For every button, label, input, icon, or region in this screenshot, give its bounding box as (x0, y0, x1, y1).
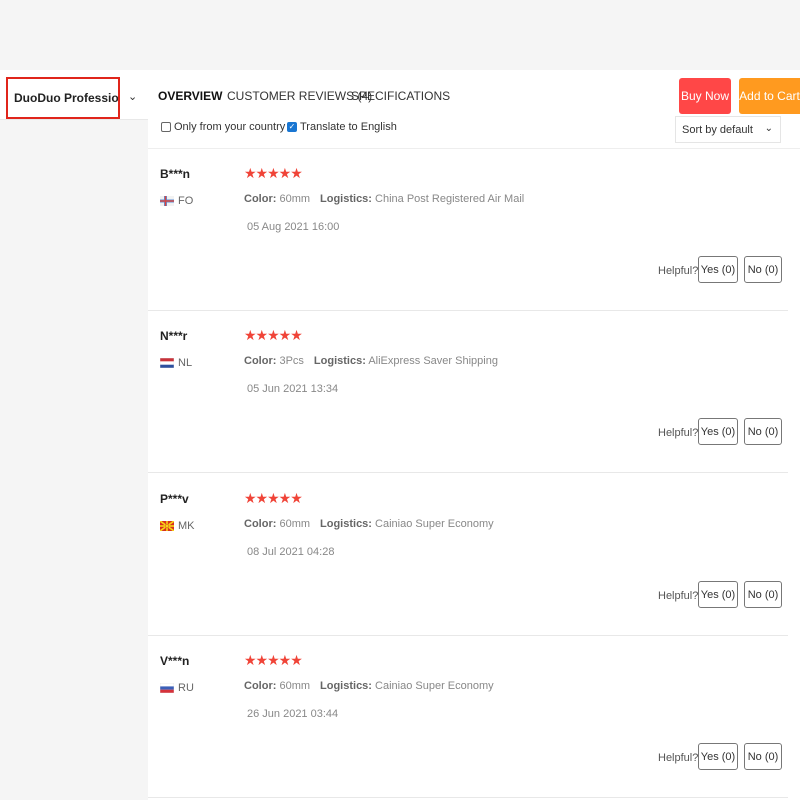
helpful-no-button[interactable]: No (0) (744, 581, 782, 608)
color-label: Color: (244, 193, 277, 205)
country-code: RU (178, 682, 194, 694)
reviewer-country: NL (160, 357, 192, 369)
logistics-value: AliExpress Saver Shipping (368, 355, 498, 367)
nl-flag-icon (160, 358, 174, 368)
mk-flag-icon (160, 521, 174, 531)
helpful-no-button[interactable]: No (0) (744, 418, 782, 445)
tab-overview[interactable]: OVERVIEW (158, 89, 222, 103)
star-rating: ★★★★★ (244, 327, 303, 343)
review-item: V***n RU ★★★★★ Color: 60mm Logistics: Cai… (148, 636, 788, 798)
country-code: FO (178, 195, 194, 207)
review-item: N***r NL ★★★★★ Color: 3Pcs Logistics: Ali… (148, 311, 788, 473)
review-meta: Color: 60mm Logistics: Cainiao Super Econ… (244, 518, 494, 530)
review-item: P***v MK ★★★★★ Color: 60mm Logistics: Cai… (148, 474, 788, 636)
reviewer-name: B***n (160, 167, 191, 181)
chevron-down-icon: ⌄ (764, 123, 773, 134)
logistics-label: Logistics: (320, 680, 372, 692)
color-value: 60mm (279, 518, 311, 530)
logistics-value: China Post Registered Air Mail (375, 193, 525, 205)
helpful-label: Helpful? (658, 427, 699, 439)
color-label: Color: (244, 355, 277, 367)
color-label: Color: (244, 680, 277, 692)
reviewer-name: N***r (160, 329, 188, 343)
only-country-checkbox[interactable]: Only from your country (161, 121, 285, 133)
sort-select[interactable]: Sort by default ⌄ (675, 116, 781, 143)
only-country-label: Only from your country (174, 121, 286, 133)
logistics-label: Logistics: (313, 355, 366, 367)
translate-label: Translate to English (300, 121, 397, 133)
color-value: 3Pcs (279, 355, 304, 367)
reviewer-country: RU (160, 682, 194, 694)
review-date: 05 Aug 2021 16:00 (247, 221, 340, 233)
logistics-value: Cainiao Super Economy (375, 680, 494, 692)
helpful-no-button[interactable]: No (0) (744, 256, 782, 283)
star-rating: ★★★★★ (244, 652, 303, 668)
sort-value: Sort by default (682, 123, 753, 136)
ru-flag-icon (160, 683, 174, 693)
checkbox-checked-icon[interactable]: ✓ (287, 122, 297, 132)
translate-checkbox[interactable]: ✓ Translate to English (287, 121, 397, 133)
add-to-cart-button[interactable]: Add to Cart (739, 78, 800, 114)
reviewer-name: P***v (160, 492, 189, 506)
left-panel (0, 121, 148, 800)
helpful-label: Helpful? (658, 752, 699, 764)
reviewer-country: FO (160, 195, 193, 207)
helpful-label: Helpful? (658, 265, 699, 277)
fo-flag-icon (160, 196, 174, 206)
tab-specifications[interactable]: SPECIFICATIONS (351, 89, 450, 103)
top-blank-area (0, 0, 800, 70)
reviewer-name: V***n (160, 654, 190, 668)
star-rating: ★★★★★ (244, 165, 303, 181)
star-rating: ★★★★★ (244, 490, 303, 506)
review-date: 26 Jun 2021 03:44 (247, 708, 339, 720)
review-date: 08 Jul 2021 04:28 (247, 546, 335, 558)
color-label: Color: (244, 518, 277, 530)
helpful-yes-button[interactable]: Yes (0) (698, 743, 738, 770)
review-meta: Color: 60mm Logistics: China Post Registe… (244, 193, 524, 205)
logistics-value: Cainiao Super Economy (375, 518, 494, 530)
reviewer-country: MK (160, 520, 195, 532)
product-title-selector[interactable]: DuoDuo Profession... (6, 77, 120, 119)
helpful-yes-button[interactable]: Yes (0) (698, 581, 738, 608)
helpful-yes-button[interactable]: Yes (0) (698, 256, 738, 283)
helpful-yes-button[interactable]: Yes (0) (698, 418, 738, 445)
color-value: 60mm (279, 680, 311, 692)
logistics-label: Logistics: (320, 518, 372, 530)
country-code: NL (178, 357, 193, 369)
helpful-label: Helpful? (658, 590, 699, 602)
review-meta: Color: 60mm Logistics: Cainiao Super Econ… (244, 680, 494, 692)
chevron-down-icon[interactable]: ⌄ (128, 90, 137, 103)
helpful-no-button[interactable]: No (0) (744, 743, 782, 770)
buy-now-button[interactable]: Buy Now (679, 78, 731, 114)
color-value: 60mm (279, 193, 311, 205)
review-item: B***n FO ★★★★★ Color: 60mm Logistics: Chi… (148, 149, 788, 311)
review-meta: Color: 3Pcs Logistics: AliExpress Saver S… (244, 355, 498, 367)
checkbox-unchecked-icon[interactable] (161, 122, 171, 132)
logistics-label: Logistics: (320, 193, 372, 205)
country-code: MK (178, 520, 195, 532)
review-date: 05 Jun 2021 13:34 (247, 383, 339, 395)
